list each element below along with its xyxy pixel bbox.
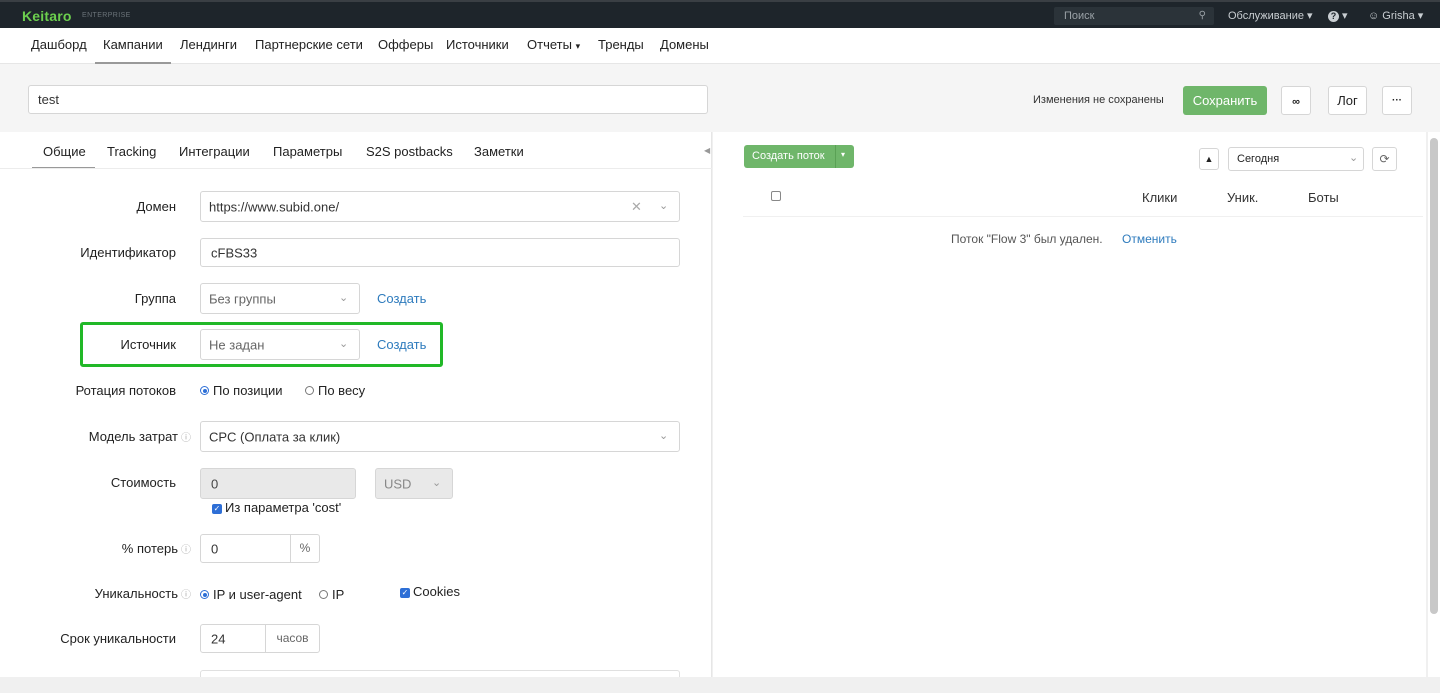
flow-deleted-message: Поток "Flow 3" был удален. (951, 232, 1103, 246)
domain-label: Домен (136, 199, 176, 214)
main-nav: Дашборд Кампании Лендинги Партнерские се… (0, 28, 1440, 64)
uniqueness-ip-ua-radio[interactable]: IP и user-agent (200, 587, 302, 602)
chevron-down-icon: ▾ (841, 150, 846, 159)
chevron-down-icon: ▾ (575, 41, 581, 51)
next-field-partial (200, 670, 680, 677)
table-header-divider (743, 216, 1423, 217)
uniq-term-input[interactable]: 24 (200, 624, 266, 653)
nav-sources[interactable]: Источники (446, 37, 509, 52)
cost-model-select[interactable]: CPC (Оплата за клик) ⌄ (200, 421, 680, 452)
cost-label: Стоимость (110, 475, 176, 490)
rotation-position-radio[interactable]: По позиции (200, 383, 283, 398)
campaign-header: test Изменения не сохранены Сохранить ∞ … (0, 64, 1440, 132)
group-label: Группа (134, 291, 176, 306)
uniq-term-unit: часов (265, 624, 320, 653)
global-search-input[interactable]: Поиск ⚲ (1054, 7, 1214, 25)
chevron-down-icon: ⌄ (659, 429, 669, 442)
flows-panel: Создать поток ▾ ▲ Сегодня ⌄ ⟳ Клики Уник… (713, 132, 1426, 677)
help-circle-icon: ⓘ (181, 545, 191, 556)
nav-trends[interactable]: Тренды (598, 37, 644, 52)
tab-general[interactable]: Общие (43, 144, 86, 159)
domain-value: https://www.subid.one/ (209, 199, 340, 214)
tab-s2s-postbacks[interactable]: S2S postbacks (366, 144, 453, 159)
link-icon[interactable]: ∞ (1281, 86, 1311, 115)
chevron-down-icon: ⌄ (339, 291, 349, 304)
uniqueness-label: Уникальность ⓘ (94, 586, 191, 601)
search-placeholder: Поиск (1064, 10, 1095, 22)
help-icon: ? (1328, 11, 1339, 22)
tab-tracking[interactable]: Tracking (107, 144, 156, 159)
cost-input[interactable]: 0 (200, 468, 356, 499)
brand-logo[interactable]: Keitaro (22, 8, 72, 24)
uniq-term-label: Срок уникальности (60, 631, 176, 646)
nav-offers[interactable]: Офферы (378, 37, 433, 52)
nav-affiliate-networks[interactable]: Партнерские сети (255, 37, 363, 52)
chevron-down-icon: ⌄ (432, 476, 442, 489)
period-select[interactable]: Сегодня ⌄ (1228, 147, 1364, 171)
tabs-scroll-arrow-icon[interactable]: ◀ (704, 146, 710, 155)
column-bots[interactable]: Боты (1308, 190, 1339, 205)
chevron-down-icon: ⌄ (1349, 152, 1359, 164)
tabs-divider (0, 168, 712, 169)
save-button[interactable]: Сохранить (1183, 86, 1267, 115)
uniqueness-ip-radio[interactable]: IP (319, 587, 344, 602)
nav-dashboard[interactable]: Дашборд (31, 37, 87, 52)
log-button[interactable]: Лог (1328, 86, 1367, 115)
undo-delete-link[interactable]: Отменить (1122, 232, 1177, 246)
service-menu[interactable]: Обслуживание ▾ (1228, 9, 1313, 22)
loss-input[interactable]: 0 (200, 534, 291, 563)
user-menu[interactable]: ☺ Grisha ▾ (1368, 9, 1423, 22)
help-menu[interactable]: ? ▾ (1328, 9, 1348, 22)
domain-select[interactable]: https://www.subid.one/ ✕ ⌄ (200, 191, 680, 222)
column-unique[interactable]: Уник. (1227, 190, 1258, 205)
identifier-label: Идентификатор (80, 245, 176, 260)
nav-reports[interactable]: Отчеты ▾ (527, 37, 580, 52)
scrollbar-thumb[interactable] (1430, 138, 1438, 614)
refresh-icon[interactable]: ⟳ (1372, 147, 1397, 171)
rotation-label: Ротация потоков (75, 383, 176, 398)
collapse-toggle-icon[interactable]: ▲ (1199, 148, 1219, 170)
help-circle-icon: ⓘ (181, 433, 191, 444)
nav-campaigns[interactable]: Кампании (103, 37, 163, 52)
chevron-down-icon: ⌄ (659, 199, 669, 212)
search-icon: ⚲ (1198, 10, 1206, 21)
cost-from-param-checkbox[interactable]: ✓ Из параметра 'cost' (212, 500, 341, 515)
cookies-checkbox[interactable]: ✓ Cookies (400, 584, 460, 599)
nav-domains[interactable]: Домены (660, 37, 709, 52)
create-group-link[interactable]: Создать (377, 291, 426, 306)
help-circle-icon: ⓘ (181, 590, 191, 601)
currency-select[interactable]: USD ⌄ (375, 468, 453, 499)
tab-integrations[interactable]: Интеграции (179, 144, 250, 159)
brand-edition: ENTERPRISE (82, 12, 131, 19)
campaign-name-input[interactable]: test (28, 85, 708, 114)
identifier-input[interactable]: cFBS33 (200, 238, 680, 267)
loss-unit: % (290, 534, 320, 563)
rotation-weight-radio[interactable]: По весу (305, 383, 365, 398)
top-bar: Keitaro ENTERPRISE Поиск ⚲ Обслуживание … (0, 0, 1440, 28)
create-flow-button[interactable]: Создать поток ▾ (744, 145, 854, 168)
clear-icon[interactable]: ✕ (631, 199, 642, 215)
column-clicks[interactable]: Клики (1142, 190, 1177, 205)
page-scrollbar[interactable] (1428, 132, 1440, 677)
unsaved-changes-text: Изменения не сохранены (1033, 94, 1164, 106)
group-select[interactable]: Без группы ⌄ (200, 283, 360, 314)
tab-notes[interactable]: Заметки (474, 144, 524, 159)
user-icon: ☺ (1368, 10, 1380, 22)
loss-label: % потерь ⓘ (121, 541, 191, 556)
more-options-button[interactable]: ··· (1382, 86, 1412, 115)
source-highlight-box (80, 322, 443, 367)
tab-parameters[interactable]: Параметры (273, 144, 342, 159)
window-bottom-edge (0, 677, 1440, 693)
nav-landings[interactable]: Лендинги (180, 37, 237, 52)
cost-model-label: Модель затрат ⓘ (88, 429, 191, 444)
select-all-checkbox[interactable] (771, 191, 781, 201)
